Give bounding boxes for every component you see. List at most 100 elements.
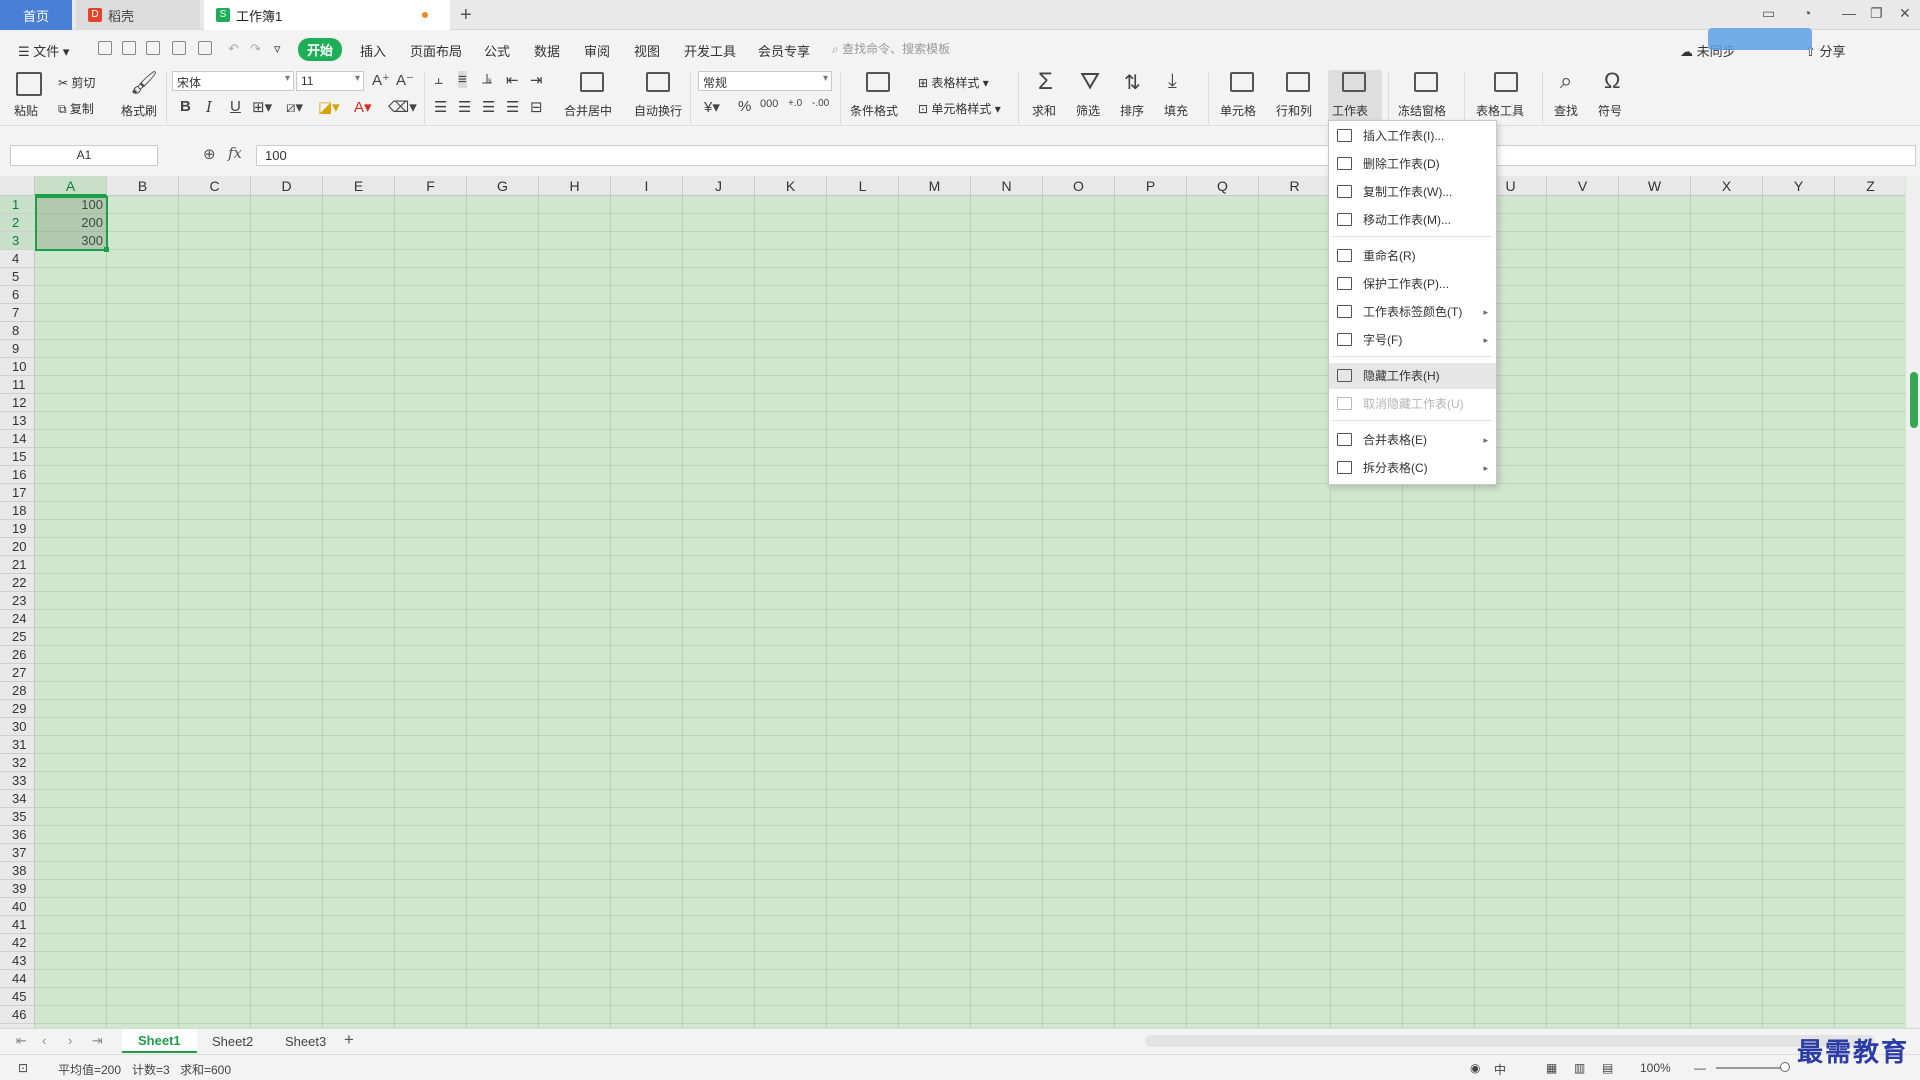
macro-record-icon[interactable]: ⊡ bbox=[18, 1061, 28, 1075]
row-header-8[interactable]: 8 bbox=[0, 322, 35, 340]
row-header-20[interactable]: 20 bbox=[0, 538, 35, 556]
sheet-tab-2[interactable]: Sheet2 bbox=[212, 1034, 253, 1049]
tab-home[interactable]: 首页 bbox=[0, 0, 72, 30]
new-doc-icon[interactable] bbox=[98, 41, 112, 55]
fx-icon[interactable]: fx bbox=[228, 144, 242, 162]
undo-icon[interactable]: ↶ bbox=[228, 41, 239, 57]
fill-button[interactable]: 填充 bbox=[1164, 102, 1188, 119]
vertical-scroll-thumb[interactable] bbox=[1910, 372, 1918, 428]
number-format-select[interactable]: 常规 bbox=[698, 71, 832, 91]
row-header-7[interactable]: 7 bbox=[0, 304, 35, 322]
worksheet-menu-item-3[interactable]: 复制工作表(W)... bbox=[1329, 179, 1496, 205]
save-icon[interactable] bbox=[122, 41, 136, 55]
worksheet-menu-item-4[interactable]: 移动工作表(M)... bbox=[1329, 207, 1496, 233]
print-preview-icon[interactable] bbox=[198, 41, 212, 55]
row-header-38[interactable]: 38 bbox=[0, 862, 35, 880]
row-header-9[interactable]: 9 bbox=[0, 340, 35, 358]
row-header-44[interactable]: 44 bbox=[0, 970, 35, 988]
row-header-11[interactable]: 11 bbox=[0, 376, 35, 394]
formula-input[interactable]: 100 bbox=[256, 145, 1916, 166]
page-break-view-icon[interactable]: ▤ bbox=[1602, 1061, 1613, 1075]
restore-button[interactable]: ❐ bbox=[1870, 5, 1883, 22]
column-header-l[interactable]: L bbox=[827, 176, 899, 196]
horizontal-scrollbar[interactable] bbox=[1145, 1035, 1875, 1047]
row-header-46[interactable]: 46 bbox=[0, 1006, 35, 1024]
column-header-v[interactable]: V bbox=[1547, 176, 1619, 196]
symbol-button[interactable]: 符号 bbox=[1598, 102, 1622, 119]
export-icon[interactable] bbox=[146, 41, 160, 55]
align-middle-icon[interactable]: ≡ bbox=[458, 71, 467, 88]
row-header-21[interactable]: 21 bbox=[0, 556, 35, 574]
column-header-z[interactable]: Z bbox=[1835, 176, 1907, 196]
italic-button[interactable]: I bbox=[206, 98, 212, 116]
row-header-15[interactable]: 15 bbox=[0, 448, 35, 466]
row-header-6[interactable]: 6 bbox=[0, 286, 35, 304]
avatar[interactable]: ◔ bbox=[1803, 5, 1811, 21]
menu-member[interactable]: 会员专享 bbox=[758, 41, 810, 60]
zoom-level[interactable]: 100% bbox=[1640, 1061, 1671, 1075]
menu-review[interactable]: 审阅 bbox=[584, 41, 610, 60]
find-button[interactable]: 查找 bbox=[1554, 102, 1578, 119]
thousands-icon[interactable]: 000 bbox=[760, 98, 778, 110]
row-header-24[interactable]: 24 bbox=[0, 610, 35, 628]
wrap-text-button[interactable]: 自动换行 bbox=[634, 102, 682, 119]
menu-developer[interactable]: 开发工具 bbox=[684, 41, 736, 60]
select-all-corner[interactable] bbox=[0, 176, 35, 196]
row-header-45[interactable]: 45 bbox=[0, 988, 35, 1006]
row-header-40[interactable]: 40 bbox=[0, 898, 35, 916]
add-sheet-button[interactable]: + bbox=[344, 1030, 354, 1050]
tab-docer[interactable]: D 稻壳 bbox=[76, 0, 200, 30]
name-box[interactable]: A1 bbox=[10, 145, 158, 166]
page-layout-view-icon[interactable]: ▥ bbox=[1574, 1061, 1585, 1075]
row-header-2[interactable]: 2 bbox=[0, 214, 35, 232]
row-header-14[interactable]: 14 bbox=[0, 430, 35, 448]
menu-view[interactable]: 视图 bbox=[634, 41, 660, 60]
column-header-e[interactable]: E bbox=[323, 176, 395, 196]
row-header-1[interactable]: 1 bbox=[0, 196, 35, 214]
menu-data[interactable]: 数据 bbox=[534, 41, 560, 60]
font-grow-icon[interactable]: A⁺ bbox=[372, 71, 390, 89]
column-header-q[interactable]: Q bbox=[1187, 176, 1259, 196]
percent-icon[interactable]: % bbox=[738, 98, 751, 115]
worksheet-menu-item-8[interactable]: 字号(F) ▸ bbox=[1329, 327, 1496, 353]
sheet-tab-1[interactable]: Sheet1 bbox=[122, 1029, 197, 1053]
row-header-23[interactable]: 23 bbox=[0, 592, 35, 610]
menu-formula[interactable]: 公式 bbox=[484, 41, 510, 60]
row-header-36[interactable]: 36 bbox=[0, 826, 35, 844]
column-header-k[interactable]: K bbox=[755, 176, 827, 196]
prev-sheet-icon[interactable]: ‹ bbox=[42, 1033, 46, 1048]
align-right-icon[interactable]: ☰ bbox=[482, 98, 495, 116]
table-tools-button[interactable]: 表格工具 bbox=[1476, 102, 1524, 119]
fill-handle[interactable] bbox=[104, 247, 109, 252]
conditional-format-button[interactable]: 条件格式 bbox=[850, 102, 898, 119]
row-header-28[interactable]: 28 bbox=[0, 682, 35, 700]
eye-protect-icon[interactable]: ◉ bbox=[1470, 1061, 1480, 1075]
column-header-i[interactable]: I bbox=[611, 176, 683, 196]
first-sheet-icon[interactable]: ⇤ bbox=[16, 1033, 27, 1049]
column-header-p[interactable]: P bbox=[1115, 176, 1187, 196]
row-header-17[interactable]: 17 bbox=[0, 484, 35, 502]
command-search[interactable]: ⌕ 查找命令、搜索模板 bbox=[832, 40, 950, 57]
cell-button[interactable]: 单元格 bbox=[1220, 102, 1256, 119]
cut-button[interactable]: ✂ 剪切 bbox=[58, 74, 95, 91]
row-header-42[interactable]: 42 bbox=[0, 934, 35, 952]
row-header-41[interactable]: 41 bbox=[0, 916, 35, 934]
column-header-g[interactable]: G bbox=[467, 176, 539, 196]
merge-center-button[interactable]: 合并居中 bbox=[564, 102, 612, 119]
sum-button[interactable]: 求和 bbox=[1032, 102, 1056, 119]
window-count-icon[interactable]: ▭ bbox=[1762, 5, 1775, 22]
sort-button[interactable]: 排序 bbox=[1120, 102, 1144, 119]
worksheet-menu-item-9[interactable]: 隐藏工作表(H) bbox=[1329, 363, 1496, 389]
row-header-12[interactable]: 12 bbox=[0, 394, 35, 412]
currency-icon[interactable]: ¥▾ bbox=[704, 98, 720, 116]
align-top-icon[interactable]: ⫠ bbox=[434, 71, 443, 88]
sheet-tab-3[interactable]: Sheet3 bbox=[285, 1034, 326, 1049]
font-size-select[interactable]: 11 bbox=[296, 71, 364, 91]
minimize-button[interactable]: — bbox=[1842, 5, 1856, 21]
menu-file[interactable]: ☰ 文件 ▾ bbox=[18, 41, 69, 60]
row-header-43[interactable]: 43 bbox=[0, 952, 35, 970]
row-header-32[interactable]: 32 bbox=[0, 754, 35, 772]
column-header-a[interactable]: A bbox=[35, 176, 107, 196]
quick-access-more-icon[interactable]: ▿ bbox=[274, 41, 281, 57]
worksheet-menu-item-6[interactable]: 保护工作表(P)... bbox=[1329, 271, 1496, 297]
